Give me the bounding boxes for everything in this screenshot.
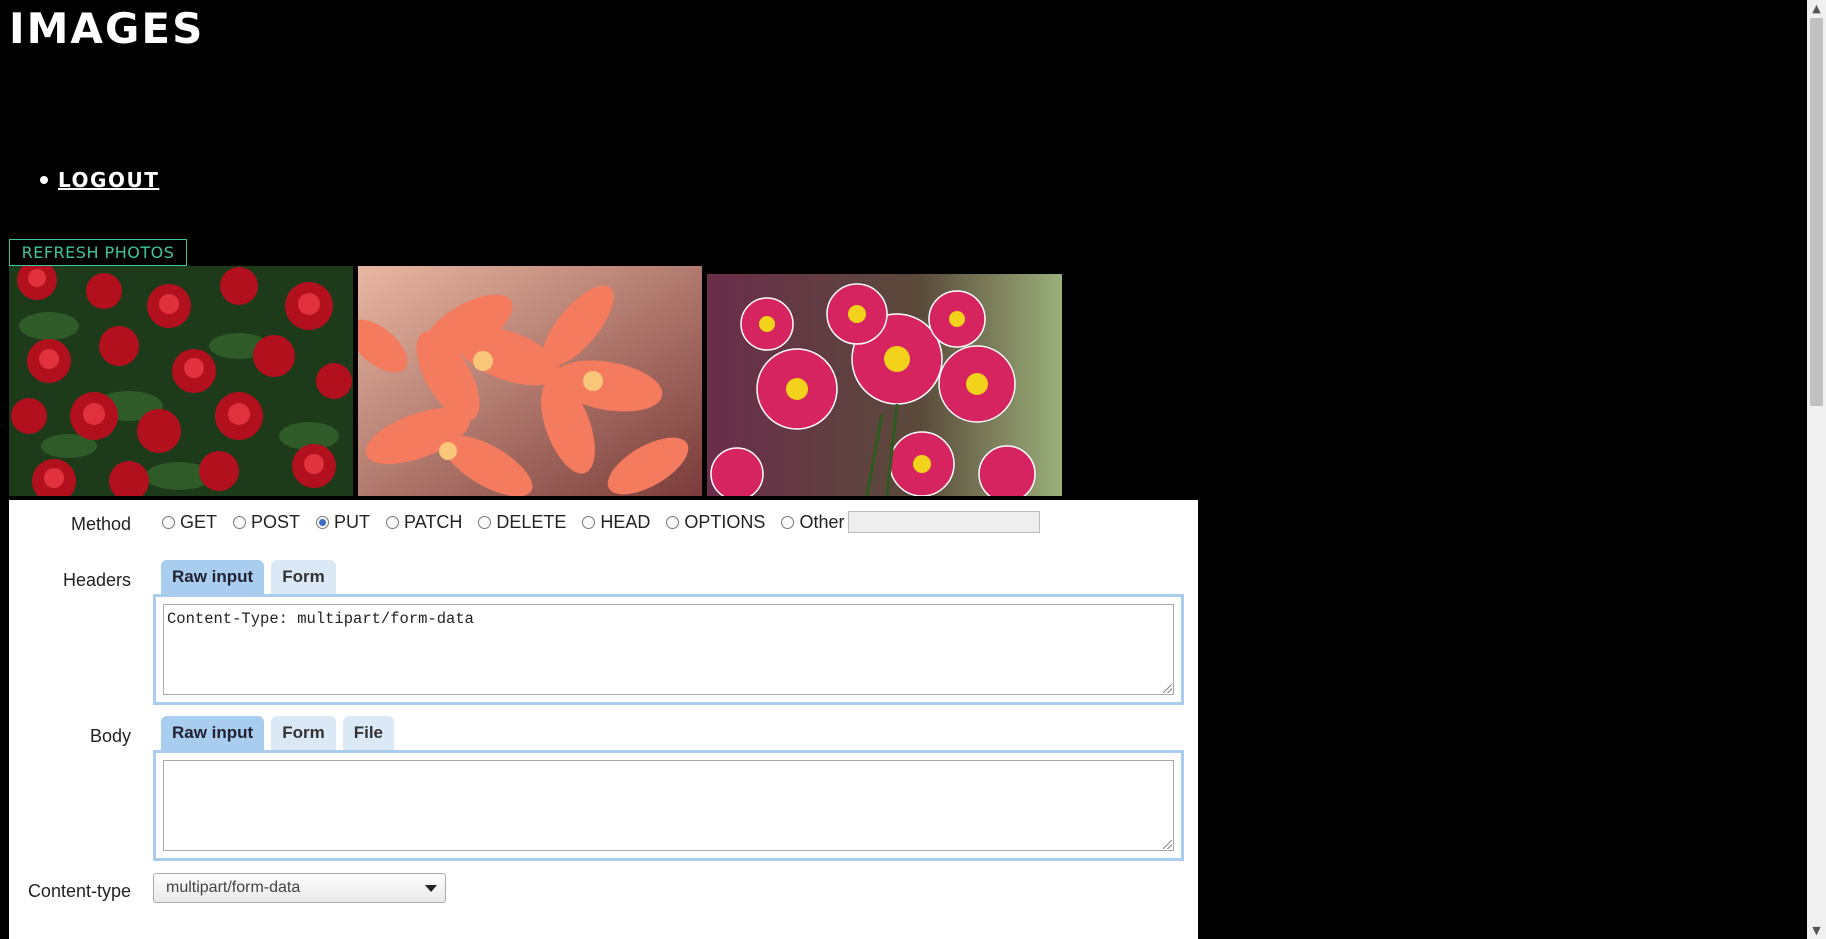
method-option-get[interactable]: GET: [162, 512, 217, 533]
resize-grip-icon[interactable]: [1163, 684, 1172, 693]
radio-other[interactable]: [781, 515, 795, 529]
scroll-up-icon[interactable]: ▲: [1807, 0, 1826, 17]
method-options: GET POST PUT PATCH DELETE HEAD OPTIONS O…: [162, 511, 1041, 533]
scroll-thumb[interactable]: [1810, 18, 1823, 406]
method-option-patch[interactable]: PATCH: [386, 512, 462, 533]
radio-post[interactable]: [233, 515, 247, 529]
headers-tabs: Raw input Form: [161, 560, 343, 594]
body-tabs: Raw input Form File: [161, 716, 401, 750]
refresh-photos-button[interactable]: REFRESH PHOTOS: [9, 239, 187, 266]
other-method-input[interactable]: [848, 511, 1041, 533]
body-frame: [153, 750, 1184, 861]
radio-delete[interactable]: [478, 515, 492, 529]
scroll-down-icon[interactable]: ▼: [1807, 922, 1826, 939]
headers-textarea[interactable]: Content-Type: multipart/form-data: [163, 604, 1174, 695]
request-panel: Method GET POST PUT PATCH DELETE HEAD OP…: [9, 500, 1198, 939]
site-title: IMAGES: [9, 4, 205, 53]
method-option-other[interactable]: Other: [781, 512, 844, 533]
headers-frame: Content-Type: multipart/form-data: [153, 594, 1184, 705]
method-option-put[interactable]: PUT: [316, 512, 370, 533]
photo-roses: [9, 266, 353, 496]
photo-daisies: [707, 274, 1062, 496]
method-option-options[interactable]: OPTIONS: [666, 512, 765, 533]
radio-options[interactable]: [666, 515, 680, 529]
content-type-select[interactable]: multipart/form-data: [153, 873, 446, 903]
resize-grip-icon[interactable]: [1163, 840, 1172, 849]
method-option-delete[interactable]: DELETE: [478, 512, 566, 533]
method-label: Method: [70, 514, 131, 534]
radio-get[interactable]: [162, 515, 175, 529]
content-type-label: Content-type: [27, 881, 131, 901]
chevron-down-icon: [425, 885, 437, 892]
method-option-head[interactable]: HEAD: [582, 512, 650, 533]
headers-label: Headers: [62, 570, 131, 590]
tab-body-form[interactable]: Form: [271, 716, 336, 750]
radio-patch[interactable]: [386, 515, 400, 529]
tab-headers-form[interactable]: Form: [271, 560, 336, 594]
photo-lilies: [358, 266, 702, 496]
vertical-scrollbar[interactable]: ▲ ▼: [1807, 0, 1826, 939]
tab-body-file[interactable]: File: [342, 716, 395, 750]
tab-headers-raw-input[interactable]: Raw input: [161, 560, 265, 594]
nav-item-logout: LOGOUT: [40, 168, 159, 192]
body-textarea[interactable]: [163, 760, 1174, 851]
bullet-icon: [40, 176, 48, 184]
radio-put[interactable]: [316, 515, 330, 529]
tab-body-raw-input[interactable]: Raw input: [161, 716, 265, 750]
method-option-post[interactable]: POST: [233, 512, 300, 533]
logout-link[interactable]: LOGOUT: [58, 168, 159, 192]
nav-list: LOGOUT: [40, 168, 159, 192]
content-type-value: multipart/form-data: [166, 879, 301, 896]
body-label: Body: [89, 726, 131, 746]
radio-head[interactable]: [582, 515, 596, 529]
